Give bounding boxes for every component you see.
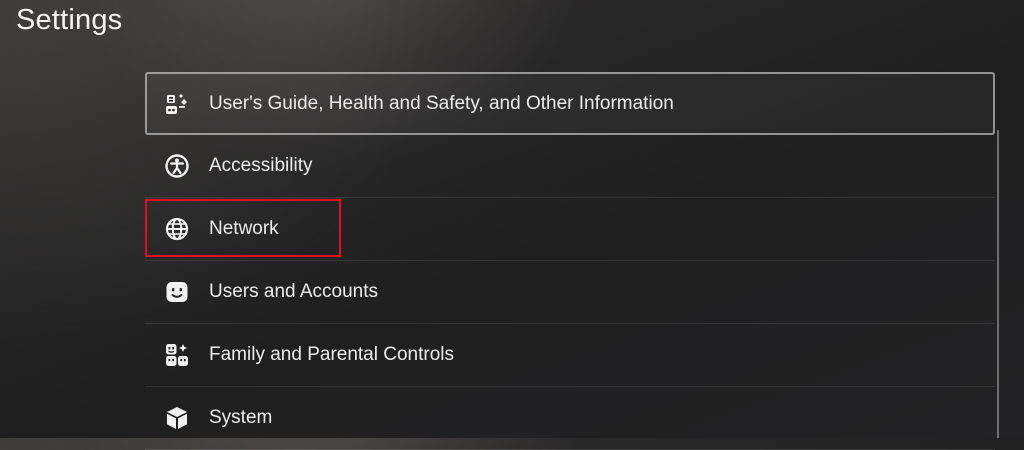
settings-item-family[interactable]: Family and Parental Controls	[145, 324, 995, 387]
settings-item-users-guide[interactable]: User's Guide, Health and Safety, and Oth…	[145, 72, 995, 135]
settings-list: User's Guide, Health and Safety, and Oth…	[145, 72, 995, 450]
settings-item-label: Users and Accounts	[209, 281, 378, 302]
settings-item-label: System	[209, 407, 273, 428]
cube-icon	[163, 404, 191, 432]
settings-item-users-accounts[interactable]: Users and Accounts	[145, 261, 995, 324]
page-title: Settings	[16, 4, 123, 36]
accessibility-icon	[163, 152, 191, 180]
user-face-icon	[163, 278, 191, 306]
settings-item-accessibility[interactable]: Accessibility	[145, 135, 995, 198]
scrollbar[interactable]	[997, 130, 999, 438]
settings-item-system[interactable]: System	[145, 387, 995, 450]
settings-item-label: Family and Parental Controls	[209, 344, 454, 365]
family-icon	[163, 341, 191, 369]
highlight-box	[145, 199, 341, 257]
settings-item-label: Accessibility	[209, 155, 313, 176]
guide-icon	[163, 90, 191, 118]
settings-item-label: User's Guide, Health and Safety, and Oth…	[209, 92, 674, 114]
settings-item-network[interactable]: Network	[145, 198, 995, 261]
